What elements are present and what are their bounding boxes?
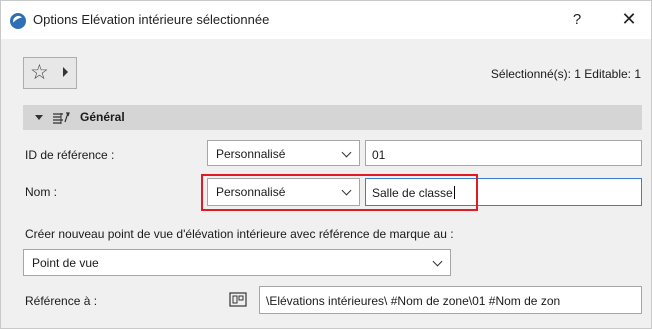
app-icon [10,13,26,29]
reference-to-field[interactable]: \Elévations intérieures\ #Nom de zone\01… [259,286,642,314]
close-button[interactable]: ✕ [618,7,640,31]
reference-id-mode-select[interactable]: Personnalisé [207,140,360,166]
highlight-box [201,174,478,211]
create-viewpoint-select[interactable]: Point de vue [23,249,451,276]
chevron-down-icon [341,147,352,158]
reference-id-label: ID de référence : [25,148,115,162]
section-header-general[interactable]: Général [23,105,642,130]
create-viewpoint-value: Point de vue [32,256,99,270]
reference-id-mode-value: Personnalisé [216,147,286,161]
create-viewpoint-label: Créer nouveau point de vue d'élévation i… [25,227,454,241]
reference-layout-icon[interactable] [227,290,249,310]
name-label: Nom : [25,185,58,199]
chevron-down-icon [432,256,443,267]
section-title: Général [80,110,125,124]
help-button[interactable]: ? [567,9,587,31]
title-bar: Options Elévation intérieure sélectionné… [1,1,651,39]
selection-info: Sélectionné(s): 1 Editable: 1 [490,67,641,81]
elevation-section-icon [53,112,70,124]
star-icon: ☆ [30,61,49,84]
reference-to-value: \Elévations intérieures\ #Nom de zone\01… [266,294,561,308]
window-title: Options Elévation intérieure sélectionné… [33,12,270,27]
reference-id-value: 01 [372,148,386,162]
collapse-arrow-icon[interactable] [35,115,43,120]
reference-to-label: Référence à : [25,294,98,308]
favorites-button[interactable]: ☆ [23,57,77,89]
caret-right-icon [63,67,68,77]
options-dialog: Options Elévation intérieure sélectionné… [0,0,652,329]
reference-id-input[interactable]: 01 [365,140,642,166]
